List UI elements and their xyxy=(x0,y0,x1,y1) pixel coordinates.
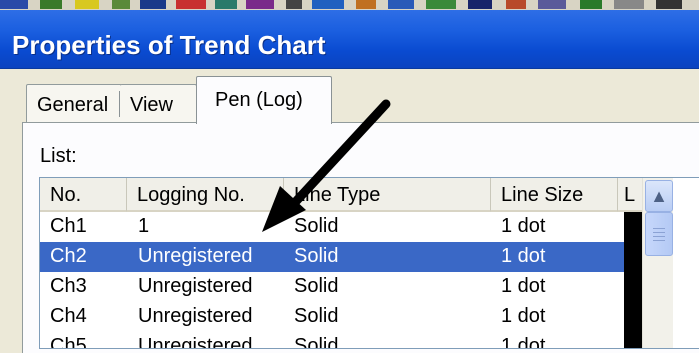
cell-logging-no: Unregistered xyxy=(138,305,253,327)
list-row-ch4[interactable]: Ch4 Unregistered Solid 1 dot xyxy=(40,302,642,332)
cell-no: Ch3 xyxy=(50,275,87,297)
list-row-ch3[interactable]: Ch3 Unregistered Solid 1 dot xyxy=(40,272,642,302)
column-header-logging-no[interactable]: Logging No. xyxy=(127,178,284,212)
line-color-swatch xyxy=(624,212,642,242)
cell-no: Ch5 xyxy=(50,335,87,349)
column-header-line-size[interactable]: Line Size xyxy=(491,178,618,212)
column-header-line-size-label: Line Size xyxy=(501,184,584,206)
pen-list[interactable]: No. Logging No. Line Type Line Size L Ch… xyxy=(39,177,699,349)
column-header-no-label: No. xyxy=(50,184,82,206)
line-color-swatch xyxy=(624,302,642,332)
cell-no: Ch1 xyxy=(50,215,87,237)
grip-line xyxy=(653,232,665,233)
column-header-line-type[interactable]: Line Type xyxy=(284,178,491,212)
cell-line-size: 1 dot xyxy=(501,215,546,237)
cell-line-type: Solid xyxy=(294,275,339,297)
cell-line-type: Solid xyxy=(294,305,339,327)
tab-pen-log-label: Pen (Log) xyxy=(215,89,303,111)
cell-line-size: 1 dot xyxy=(501,275,546,297)
tab-view-label: View xyxy=(130,94,173,116)
cell-logging-no: Unregistered xyxy=(138,245,253,267)
column-header-no[interactable]: No. xyxy=(40,178,127,212)
tab-general[interactable]: General xyxy=(26,84,122,123)
column-header-line-type-label: Line Type xyxy=(294,184,381,206)
list-label: List: xyxy=(40,145,77,167)
window-title: Properties of Trend Chart xyxy=(12,30,326,60)
list-row-ch1[interactable]: Ch1 1 Solid 1 dot xyxy=(40,212,642,242)
grip-line xyxy=(653,228,665,229)
tab-pen-log[interactable]: Pen (Log) xyxy=(196,76,332,124)
column-header-logging-no-label: Logging No. xyxy=(137,184,245,206)
taskbar-icons-strip xyxy=(0,0,699,10)
vertical-scrollbar[interactable]: ▲ xyxy=(642,178,673,348)
chevron-up-icon: ▲ xyxy=(650,186,668,206)
cell-line-type: Solid xyxy=(294,335,339,349)
title-bar[interactable]: Properties of Trend Chart xyxy=(0,10,699,69)
grip-line xyxy=(653,236,665,237)
cell-logging-no: 1 xyxy=(138,215,150,237)
tab-view[interactable]: View xyxy=(120,84,197,123)
line-color-swatch xyxy=(624,272,642,302)
scroll-up-button[interactable]: ▲ xyxy=(645,180,673,212)
cell-line-size: 1 dot xyxy=(501,305,546,327)
cell-line-type: Solid xyxy=(294,215,339,237)
list-row-ch5[interactable]: Ch5 Unregistered Solid 1 dot xyxy=(40,332,642,349)
cell-no: Ch2 xyxy=(50,245,87,267)
list-row-ch2[interactable]: Ch2 Unregistered Solid 1 dot xyxy=(40,242,642,272)
cell-line-size: 1 dot xyxy=(501,245,546,267)
cell-logging-no: Unregistered xyxy=(138,275,253,297)
cell-no: Ch4 xyxy=(50,305,87,327)
grip-line xyxy=(653,240,665,241)
cell-line-size: 1 dot xyxy=(501,335,546,349)
scroll-thumb[interactable] xyxy=(645,212,673,256)
line-color-swatch xyxy=(624,242,642,272)
cell-logging-no: Unregistered xyxy=(138,335,253,349)
line-color-swatch xyxy=(624,332,642,348)
column-header-color-label: L xyxy=(624,184,636,206)
tab-general-label: General xyxy=(37,94,109,116)
cell-line-type: Solid xyxy=(294,245,339,267)
